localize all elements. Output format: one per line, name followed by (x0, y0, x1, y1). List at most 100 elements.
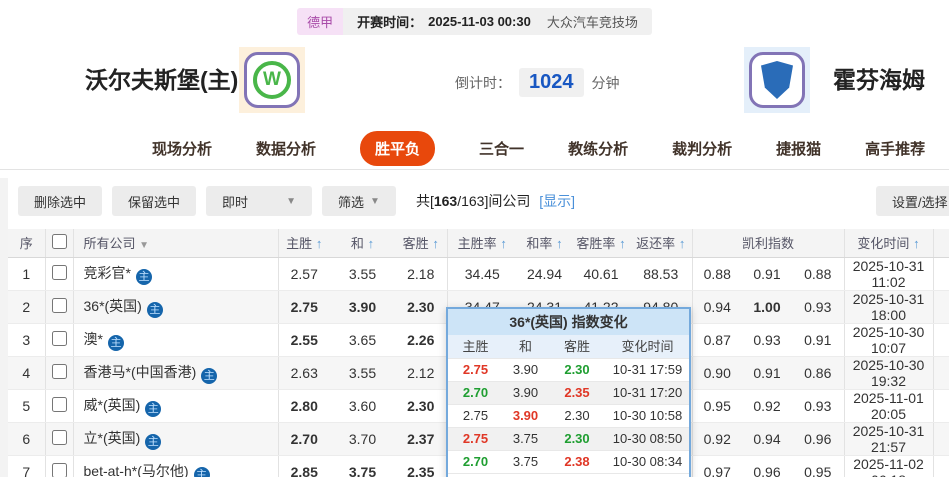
odds-away-win[interactable]: 2.30 (395, 389, 448, 423)
odds-away-win[interactable]: 2.37 (395, 422, 448, 456)
header-label: 主胜率 (457, 236, 497, 252)
odds-away-win[interactable]: 2.30 (395, 290, 448, 324)
select-all-checkbox[interactable] (51, 233, 67, 249)
odds-home-win[interactable]: 2.75 (278, 290, 330, 324)
header-company-label: 所有公司 (83, 236, 136, 252)
row-checkbox[interactable] (51, 429, 67, 445)
row-index: 1 (8, 257, 46, 291)
nav-tab[interactable]: 高手推荐 (865, 138, 925, 159)
company-name[interactable]: bet-at-h*(马尔他) (84, 463, 189, 477)
row-checkbox-cell (45, 389, 74, 423)
header-home-rate[interactable]: 主胜率 ↑ (447, 229, 517, 258)
delete-selected-button[interactable]: 删除选中 (18, 186, 103, 216)
row-checkbox[interactable] (51, 330, 67, 346)
header-away-win[interactable]: 客胜 ↑ (395, 229, 448, 258)
popup-odds-away: 2.30 (564, 362, 590, 377)
home-team-logo: W (239, 47, 305, 113)
league-badge[interactable]: 德甲 (297, 8, 344, 35)
header-draw[interactable]: 和 ↑ (330, 229, 395, 258)
away-team-logo (744, 47, 810, 113)
sort-asc-icon: ↑ (556, 236, 563, 252)
company-name[interactable]: 威*(英国) (84, 397, 141, 413)
sort-asc-icon: ↑ (432, 236, 439, 252)
kelly-draw: 0.94 (742, 422, 792, 456)
popup-row: 2.70 3.90 2.35 10-31 17:20 (448, 382, 689, 405)
odds-away-win[interactable]: 2.12 (395, 356, 448, 390)
popup-header-time: 变化时间 (621, 339, 674, 354)
nav-tabs-bar: 现场分析 数据分析 胜平负 三合一 教练分析 裁判分析 捷报猫 高手推荐 (0, 127, 949, 170)
header-stub (933, 229, 949, 258)
row-stub (933, 323, 949, 357)
filter-label: 筛选 (338, 194, 365, 210)
odds-home-win[interactable]: 2.70 (278, 422, 330, 456)
kelly-away: 0.86 (792, 356, 845, 390)
nav-tab[interactable]: 裁判分析 (672, 138, 732, 159)
count-prefix: 共[ (415, 193, 434, 209)
row-stub (933, 290, 949, 324)
odds-away-win[interactable]: 2.26 (395, 323, 448, 357)
nav-tab[interactable]: 胜平负 (360, 130, 436, 166)
row-stub (933, 455, 949, 477)
row-stub (933, 422, 949, 456)
row-checkbox[interactable] (51, 396, 67, 412)
match-header: 沃尔夫斯堡(主) W 倒计时： 1024 分钟 霍芬海姆 (0, 35, 949, 123)
time-filter-dropdown[interactable]: 即时 ▼ (206, 186, 313, 216)
odds-away-win[interactable]: 2.18 (395, 257, 448, 291)
keep-selected-button[interactable]: 保留选中 (112, 186, 197, 216)
odds-draw[interactable]: 3.70 (330, 422, 395, 456)
popup-header-home: 主胜 (462, 339, 489, 354)
header-label: 客胜率 (576, 236, 616, 252)
company-cell: 竞彩官* 主 (73, 257, 279, 291)
company-name[interactable]: 澳* (84, 331, 103, 347)
company-name[interactable]: 香港马*(中国香港) (84, 364, 197, 380)
company-name[interactable]: 立*(英国) (84, 430, 141, 446)
nav-tab[interactable]: 教练分析 (568, 138, 628, 159)
nav-tab[interactable]: 三合一 (479, 138, 524, 159)
header-change-time[interactable]: 变化时间 ↑ (844, 229, 934, 258)
odds-home-win[interactable]: 2.85 (278, 455, 330, 477)
popup-odds-away: 2.30 (564, 431, 590, 446)
odds-home-win[interactable]: 2.55 (278, 323, 330, 357)
odds-draw[interactable]: 3.55 (330, 356, 395, 390)
row-checkbox[interactable] (51, 462, 67, 477)
odds-draw[interactable]: 3.60 (330, 389, 395, 423)
filter-button[interactable]: 筛选 ▼ (322, 186, 396, 216)
nav-tab[interactable]: 现场分析 (152, 138, 212, 159)
odds-home-win[interactable]: 2.57 (278, 257, 330, 291)
sort-asc-icon: ↑ (678, 236, 686, 252)
popup-body: 2.75 3.90 2.30 10-31 17:59 2.70 3.90 2.3… (448, 359, 689, 477)
odds-draw[interactable]: 3.90 (330, 290, 395, 324)
popup-odds-away: 2.30 (564, 408, 590, 423)
row-checkbox[interactable] (51, 264, 67, 280)
kelly-home: 0.97 (692, 455, 742, 477)
popup-header-draw: 和 (518, 339, 532, 354)
chevron-down-icon: ▼ (286, 195, 297, 207)
kelly-draw: 1.00 (742, 290, 792, 324)
odds-draw[interactable]: 3.65 (330, 323, 395, 357)
row-checkbox[interactable] (51, 297, 67, 313)
home-team-name: 沃尔夫斯堡(主) (85, 67, 239, 93)
nav-tab[interactable]: 数据分析 (256, 138, 316, 159)
header-return-rate[interactable]: 返还率 ↑ (630, 229, 693, 258)
popup-title: 36*(英国) 指数变化 (448, 309, 689, 335)
row-checkbox[interactable] (51, 363, 67, 379)
header-home-win[interactable]: 主胜 ↑ (278, 229, 330, 258)
company-name[interactable]: 36*(英国) (84, 298, 142, 314)
nav-tab[interactable]: 捷报猫 (776, 138, 821, 159)
sort-asc-icon: ↑ (367, 236, 375, 252)
main-badge-icon: 主 (145, 400, 162, 417)
odds-home-win[interactable]: 2.63 (278, 356, 330, 390)
popup-odds-home: 2.75 (462, 408, 489, 423)
row-index: 4 (8, 356, 46, 390)
show-link[interactable]: [显示] (539, 193, 575, 209)
header-draw-rate[interactable]: 和率 ↑ (517, 229, 572, 258)
header-away-rate[interactable]: 客胜率 ↑ (572, 229, 630, 258)
header-label: 返还率 (636, 236, 676, 252)
company-name[interactable]: 竞彩官* (84, 265, 131, 281)
odds-draw[interactable]: 3.55 (330, 257, 395, 291)
odds-draw[interactable]: 3.75 (330, 455, 395, 477)
header-company[interactable]: 所有公司 ▼ (73, 229, 279, 258)
odds-home-win[interactable]: 2.80 (278, 389, 330, 423)
odds-away-win[interactable]: 2.35 (395, 455, 448, 477)
settings-select-button[interactable]: 设置/选择 (876, 186, 949, 216)
